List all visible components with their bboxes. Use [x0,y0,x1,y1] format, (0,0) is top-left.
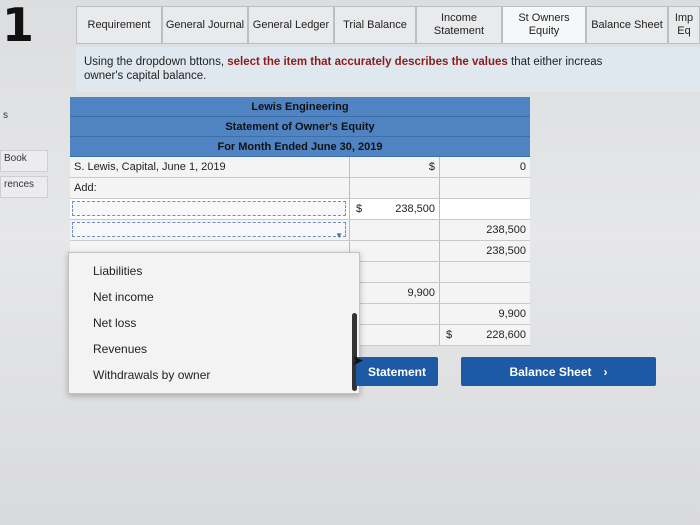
cell [440,178,530,198]
mouse-cursor-icon: ➤ [352,352,364,368]
sidebar-item-book[interactable]: Book [0,150,48,172]
amount-value: 228,600 [486,329,526,341]
cell [350,304,440,324]
chevron-right-icon: › [603,364,608,379]
cell [350,325,440,345]
balance-sheet-button[interactable]: Balance Sheet › [461,357,656,386]
statement-title: Statement of Owner's Equity [70,117,530,137]
tab-requirement[interactable]: Requirement [76,6,162,44]
table-row: Add: [70,178,530,199]
amount-input[interactable]: $238,500 [350,199,440,219]
amount-input[interactable]: 9,900 [440,304,530,324]
tab-owners-equity[interactable]: St Owners Equity [502,6,586,44]
tab-balance-sheet[interactable]: Balance Sheet [586,6,668,44]
amount-value: 0 [519,161,526,173]
tab-bar: Requirement General Journal General Ledg… [76,6,700,46]
statement-period: For Month Ended June 30, 2019 [70,137,530,157]
table-row: $238,500 [70,199,530,220]
cell [350,262,440,282]
sidebar-item-top[interactable]: s [0,108,48,124]
amount-value: 9,900 [407,287,435,299]
cell [350,178,440,198]
tab-income-statement[interactable]: Income Statement [416,6,502,44]
cell [350,241,440,261]
item-dropdown-open[interactable]: ▼ [72,222,346,240]
question-number: 1 [2,0,35,52]
tab-trial-balance[interactable]: Trial Balance [334,6,416,44]
dropdown-option-net-income[interactable]: Net income [93,290,154,304]
dropdown-menu: Liabilities Net income Net loss Revenues… [68,252,360,394]
dollar-sign: $ [446,329,453,341]
prev-statement-button[interactable]: Statement [356,357,438,386]
tab-general-ledger[interactable]: General Ledger [248,6,334,44]
amount-input[interactable]: 9,900 [350,283,440,303]
amount-input[interactable]: 0 [440,157,530,177]
item-dropdown[interactable] [72,201,346,216]
cell [440,283,530,303]
cell: ▼ [70,220,350,240]
company-name: Lewis Engineering [70,97,530,117]
cell [70,199,350,219]
row-label: S. Lewis, Capital, June 1, 2019 [70,157,350,177]
dropdown-option-liabilities[interactable]: Liabilities [93,264,142,278]
amount-input[interactable]: 238,500 [440,220,530,240]
cell [440,199,530,219]
cell [350,220,440,240]
tab-impact[interactable]: Imp Eq [668,6,700,44]
cell [440,262,530,282]
amount-value: 238,500 [395,203,435,215]
dropdown-option-withdrawals[interactable]: Withdrawals by owner [93,368,210,382]
amount-value: 238,500 [486,224,526,236]
dollar-sign: $ [356,203,363,215]
amount-value: 9,900 [498,308,526,320]
dollar-sign: $ [428,161,435,173]
dropdown-option-net-loss[interactable]: Net loss [93,316,136,330]
amount-value: 238,500 [486,245,526,257]
row-label: Add: [70,178,350,198]
cell: $ [350,157,440,177]
amount-total[interactable]: $228,600 [440,325,530,345]
table-row: ▼ 238,500 [70,220,530,241]
sidebar-item-references[interactable]: rences [0,176,48,198]
table-row: S. Lewis, Capital, June 1, 2019 $ 0 [70,157,530,178]
balance-sheet-button-label: Balance Sheet [509,364,592,379]
amount-total[interactable]: 238,500 [440,241,530,261]
instruction-text: Using the dropdown bttons, select the it… [84,56,603,82]
tab-general-journal[interactable]: General Journal [162,6,248,44]
dropdown-option-revenues[interactable]: Revenues [93,342,147,356]
